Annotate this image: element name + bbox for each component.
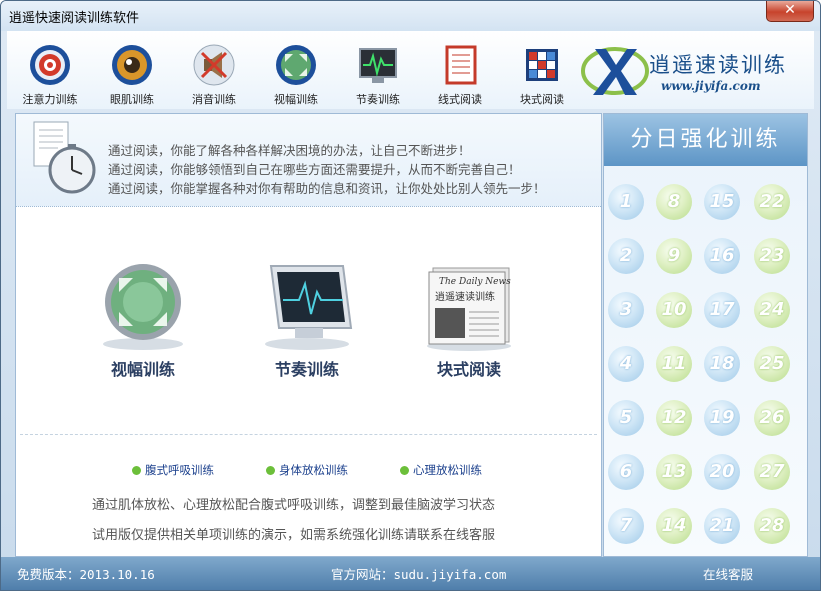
toolbar-label: 节奏训练 — [356, 93, 400, 106]
link-label: 身体放松训练 — [279, 463, 348, 477]
day-button[interactable]: 12 — [656, 400, 692, 436]
day-button[interactable]: 1 — [608, 184, 644, 220]
toolbar-attention-button[interactable]: 注意力训练 — [12, 39, 88, 109]
day-button[interactable]: 7 — [608, 508, 644, 544]
day-button[interactable]: 11 — [656, 346, 692, 382]
link-label: 腹式呼吸训练 — [145, 463, 214, 477]
newspaper-text: 逍遥速读训练 — [435, 290, 495, 303]
banner-line: 通过阅读，你能了解各种各样解决困境的办法，让自己不断进步！ — [108, 143, 471, 158]
logo-text: 逍遥速读训练 — [649, 53, 787, 77]
brand-logo: 逍遥速读训练 www.jiyifa.com — [579, 35, 809, 105]
feature-rhythm-training[interactable]: 节奏训练 — [252, 262, 362, 380]
status-bar: 免费版本：2013.10.16 官方网站：sudu.jiyifa.com 在线客… — [1, 557, 820, 590]
toolbar-label: 消音训练 — [192, 93, 236, 106]
feature-label: 节奏训练 — [274, 360, 339, 379]
toolbar-label: 块式阅读 — [520, 93, 564, 106]
monitor-pulse-icon — [259, 262, 355, 352]
version-text: 免费版本：2013.10.16 — [17, 567, 155, 582]
toolbar-eye-button[interactable]: 眼肌训练 — [94, 39, 170, 109]
feature-label: 视幅训练 — [110, 360, 175, 379]
newspaper-title: The Daily News — [439, 277, 511, 287]
expand-view-icon — [95, 262, 191, 352]
day-button[interactable]: 4 — [608, 346, 644, 382]
website-link[interactable]: 官方网站：sudu.jiyifa.com — [331, 564, 506, 583]
document-stopwatch-icon — [33, 121, 96, 194]
day-button[interactable]: 19 — [704, 400, 740, 436]
x-logo-icon — [581, 47, 649, 95]
block-grid-icon — [520, 43, 564, 87]
link-mind-relax[interactable]: 心理放松训练 — [400, 462, 482, 478]
main-panel: 通过阅读，你能了解各种各样解决困境的办法，让自己不断进步！ 通过阅读，你能够领悟… — [15, 113, 602, 557]
toolbar-label: 视幅训练 — [274, 93, 318, 106]
divider — [20, 434, 597, 435]
feature-block-reading[interactable]: The Daily News 逍遥速读训练 块式阅读 — [414, 262, 524, 380]
day-button[interactable]: 22 — [754, 184, 790, 220]
banner: 通过阅读，你能了解各种各样解决困境的办法，让自己不断进步！ 通过阅读，你能够领悟… — [16, 114, 601, 207]
close-button[interactable]: ✕ — [766, 1, 814, 22]
day-button[interactable]: 21 — [704, 508, 740, 544]
toolbar-label: 注意力训练 — [22, 93, 78, 106]
mute-speaker-icon — [192, 43, 236, 87]
day-button[interactable]: 3 — [608, 292, 644, 328]
day-button[interactable]: 23 — [754, 238, 790, 274]
toolbar-mute-button[interactable]: 消音训练 — [176, 39, 252, 109]
toolbar-label: 线式阅读 — [438, 93, 482, 106]
day-button[interactable]: 28 — [754, 508, 790, 544]
online-support-link[interactable]: 在线客服 — [703, 564, 753, 583]
bullet-dot-icon — [400, 466, 409, 475]
toolbar: 注意力训练 眼肌训练 消音训练 视幅训练 节奏训练 线式阅读 块式阅读 逍遥速读… — [7, 31, 814, 109]
day-button[interactable]: 18 — [704, 346, 740, 382]
expand-view-icon — [274, 43, 318, 87]
day-button[interactable]: 27 — [754, 454, 790, 490]
monitor-pulse-icon — [356, 43, 400, 87]
day-button[interactable]: 17 — [704, 292, 740, 328]
app-window: 逍遥快速阅读训练软件 ✕ 注意力训练 眼肌训练 消音训练 视幅训练 节奏训练 线… — [0, 0, 821, 591]
banner-line: 通过阅读，你能掌握各种对你有帮助的信息和资讯，让你处处比别人领先一步！ — [108, 181, 546, 196]
toolbar-block-reading-button[interactable]: 块式阅读 — [504, 39, 580, 109]
newspaper-icon: The Daily News 逍遥速读训练 — [421, 262, 517, 352]
toolbar-view-button[interactable]: 视幅训练 — [258, 39, 334, 109]
day-button[interactable]: 15 — [704, 184, 740, 220]
eye-icon — [110, 43, 154, 87]
feature-view-training[interactable]: 视幅训练 — [88, 262, 198, 380]
link-abdominal-breathing[interactable]: 腹式呼吸训练 — [132, 462, 214, 478]
window-title: 逍遥快速阅读训练软件 — [9, 11, 140, 26]
side-title: 分日强化训练 — [604, 114, 807, 166]
day-button[interactable]: 20 — [704, 454, 740, 490]
notebook-icon — [438, 43, 482, 87]
title-bar: 逍遥快速阅读训练软件 ✕ — [1, 1, 820, 31]
day-button[interactable]: 24 — [754, 292, 790, 328]
bullet-dot-icon — [132, 466, 141, 475]
bullet-dot-icon — [266, 466, 275, 475]
daily-training-panel: 分日强化训练 1 8 15 22 2 9 16 23 3 10 17 24 4 11 18 25 5 12 19 26… — [603, 113, 808, 557]
toolbar-line-reading-button[interactable]: 线式阅读 — [422, 39, 498, 109]
day-button[interactable]: 10 — [656, 292, 692, 328]
day-button[interactable]: 14 — [656, 508, 692, 544]
target-icon — [28, 43, 72, 87]
toolbar-label: 眼肌训练 — [110, 93, 154, 106]
day-button[interactable]: 9 — [656, 238, 692, 274]
day-button[interactable]: 8 — [656, 184, 692, 220]
link-label: 心理放松训练 — [413, 463, 482, 477]
toolbar-rhythm-button[interactable]: 节奏训练 — [340, 39, 416, 109]
day-button[interactable]: 25 — [754, 346, 790, 382]
day-button[interactable]: 2 — [608, 238, 644, 274]
day-button[interactable]: 5 — [608, 400, 644, 436]
logo-url: www.jiyifa.com — [661, 79, 761, 93]
banner-line: 通过阅读，你能够领悟到自己在哪些方面还需要提升，从而不断完善自己！ — [108, 162, 521, 177]
link-body-relax[interactable]: 身体放松训练 — [266, 462, 348, 478]
note-text: 试用版仅提供相关单项训练的演示，如需系统强化训练请联系在线客服 — [92, 528, 496, 543]
day-button[interactable]: 13 — [656, 454, 692, 490]
day-button[interactable]: 16 — [704, 238, 740, 274]
day-button[interactable]: 26 — [754, 400, 790, 436]
day-button[interactable]: 6 — [608, 454, 644, 490]
note-text: 通过肌体放松、心理放松配合腹式呼吸训练，调整到最佳脑波学习状态 — [92, 498, 496, 513]
feature-label: 块式阅读 — [436, 360, 501, 379]
